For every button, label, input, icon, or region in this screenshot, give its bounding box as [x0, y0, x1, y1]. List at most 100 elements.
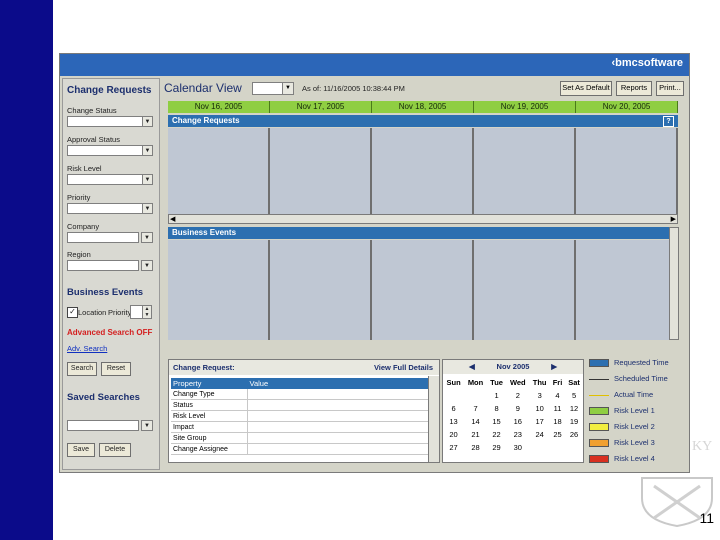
- date-header-row: Nov 16, 2005 Nov 17, 2005 Nov 18, 2005 N…: [168, 101, 678, 113]
- region-label: Region: [67, 250, 91, 259]
- table-row: Change Type: [171, 389, 429, 400]
- calendar-day[interactable]: 24: [529, 428, 550, 441]
- calendar-day[interactable]: [443, 389, 464, 402]
- calendar-day[interactable]: 29: [487, 441, 506, 454]
- location-checkbox[interactable]: ✓: [67, 307, 78, 318]
- legend-item: Scheduled Time: [587, 372, 687, 388]
- calendar-day[interactable]: [565, 441, 583, 454]
- set-as-default-button[interactable]: Set As Default: [560, 81, 612, 96]
- calendar-day[interactable]: 1: [487, 389, 506, 402]
- week-row: 27 28 29 30: [443, 441, 583, 454]
- region-dropdown-button[interactable]: ▼: [141, 260, 153, 271]
- week-row: 13 14 15 16 17 18 19: [443, 415, 583, 428]
- change-requests-hscrollbar[interactable]: ◀ ▶: [168, 214, 678, 224]
- calendar-day[interactable]: 2: [506, 389, 529, 402]
- weekday-label: Mon: [467, 378, 484, 387]
- calendar-day[interactable]: 9: [506, 402, 529, 415]
- company-input[interactable]: [67, 232, 139, 243]
- calendar-day[interactable]: [550, 441, 565, 454]
- calendar-day[interactable]: 19: [565, 415, 583, 428]
- calendar-day[interactable]: 25: [550, 428, 565, 441]
- calendar-day[interactable]: 5: [565, 389, 583, 402]
- day-cell[interactable]: [474, 240, 576, 340]
- calendar-day[interactable]: 28: [464, 441, 487, 454]
- calendar-day[interactable]: 16: [506, 415, 529, 428]
- chevron-down-icon: ▼: [142, 146, 152, 155]
- day-cell[interactable]: [168, 240, 270, 340]
- calendar-day[interactable]: 21: [464, 428, 487, 441]
- saved-search-input[interactable]: [67, 420, 139, 431]
- company-dropdown-button[interactable]: ▼: [141, 232, 153, 243]
- calendar-day[interactable]: 15: [487, 415, 506, 428]
- calendar-day[interactable]: 22: [487, 428, 506, 441]
- calendar-day[interactable]: [464, 389, 487, 402]
- event-priority-stepper[interactable]: ▲ ▼: [130, 305, 152, 319]
- location-label: Location: [78, 308, 107, 317]
- calendar-view-title: Calendar View: [164, 81, 242, 95]
- calendar-day[interactable]: 6: [443, 402, 464, 415]
- day-cell[interactable]: [372, 240, 474, 340]
- calendar-day[interactable]: 4: [550, 389, 565, 402]
- legend-swatch: [589, 455, 609, 463]
- view-selector-dropdown[interactable]: ▼: [252, 82, 294, 95]
- value-cell: [247, 389, 429, 400]
- day-cell[interactable]: [270, 240, 372, 340]
- date-header: Nov 20, 2005: [576, 101, 678, 113]
- day-cell[interactable]: [474, 128, 576, 214]
- adv-search-link[interactable]: Adv. Search: [67, 344, 107, 353]
- calendar-day[interactable]: 23: [506, 428, 529, 441]
- calendar-day[interactable]: 14: [464, 415, 487, 428]
- change-request-details: Change Request: View Full Details Proper…: [168, 359, 440, 463]
- calendar-day[interactable]: 3: [529, 389, 550, 402]
- slide-number: 11: [699, 510, 714, 526]
- change-status-dropdown[interactable]: ▼: [67, 116, 153, 127]
- property-cell: Change Assignee: [171, 443, 248, 455]
- prev-month-icon[interactable]: ◀: [469, 360, 475, 374]
- legend-label: Risk Level 1: [614, 406, 655, 415]
- save-button[interactable]: Save: [67, 443, 95, 457]
- reset-button[interactable]: Reset: [101, 362, 131, 376]
- reports-button[interactable]: Reports: [616, 81, 652, 96]
- day-cell[interactable]: [168, 128, 270, 214]
- day-cell[interactable]: [576, 128, 678, 214]
- day-cell[interactable]: [270, 128, 372, 214]
- calendar-day[interactable]: 11: [550, 402, 565, 415]
- business-events-section-title: Business Events: [172, 228, 237, 237]
- calendar-day[interactable]: 18: [550, 415, 565, 428]
- calendar-day[interactable]: 30: [506, 441, 529, 454]
- day-cell[interactable]: [576, 240, 678, 340]
- priority-dropdown[interactable]: ▼: [67, 203, 153, 214]
- calendar-day[interactable]: 10: [529, 402, 550, 415]
- calendar-day[interactable]: 17: [529, 415, 550, 428]
- day-cell[interactable]: [372, 128, 474, 214]
- next-month-icon[interactable]: ▶: [551, 360, 557, 374]
- scroll-left-icon[interactable]: ◀: [170, 215, 175, 223]
- calendar-day[interactable]: 27: [443, 441, 464, 454]
- calendar-day[interactable]: 12: [565, 402, 583, 415]
- risk-level-dropdown[interactable]: ▼: [67, 174, 153, 185]
- legend-item: Requested Time: [587, 356, 687, 372]
- region-input[interactable]: [67, 260, 139, 271]
- delete-button[interactable]: Delete: [99, 443, 131, 457]
- print-button[interactable]: Print...: [656, 81, 684, 96]
- search-button[interactable]: Search: [67, 362, 97, 376]
- chevron-down-icon: ▼: [142, 421, 152, 430]
- calendar-day[interactable]: 26: [565, 428, 583, 441]
- details-vscrollbar[interactable]: [428, 376, 439, 462]
- calendar-day[interactable]: 13: [443, 415, 464, 428]
- table-row: Impact: [171, 421, 429, 433]
- scroll-right-icon[interactable]: ▶: [671, 215, 676, 223]
- calendar-day[interactable]: 8: [487, 402, 506, 415]
- legend-item: Actual Time: [587, 388, 687, 404]
- approval-status-dropdown[interactable]: ▼: [67, 145, 153, 156]
- calendar-day[interactable]: [529, 441, 550, 454]
- date-header: Nov 17, 2005: [270, 101, 372, 113]
- help-icon[interactable]: ?: [663, 116, 674, 127]
- brand-logo: ‹bmcsoftware: [611, 57, 683, 69]
- business-events-vscrollbar[interactable]: [669, 227, 679, 340]
- calendar-day[interactable]: 7: [464, 402, 487, 415]
- chevron-down-icon: ▼: [142, 204, 152, 213]
- calendar-day[interactable]: 20: [443, 428, 464, 441]
- view-full-details-link[interactable]: View Full Details: [374, 360, 433, 375]
- saved-search-dropdown-button[interactable]: ▼: [141, 420, 153, 431]
